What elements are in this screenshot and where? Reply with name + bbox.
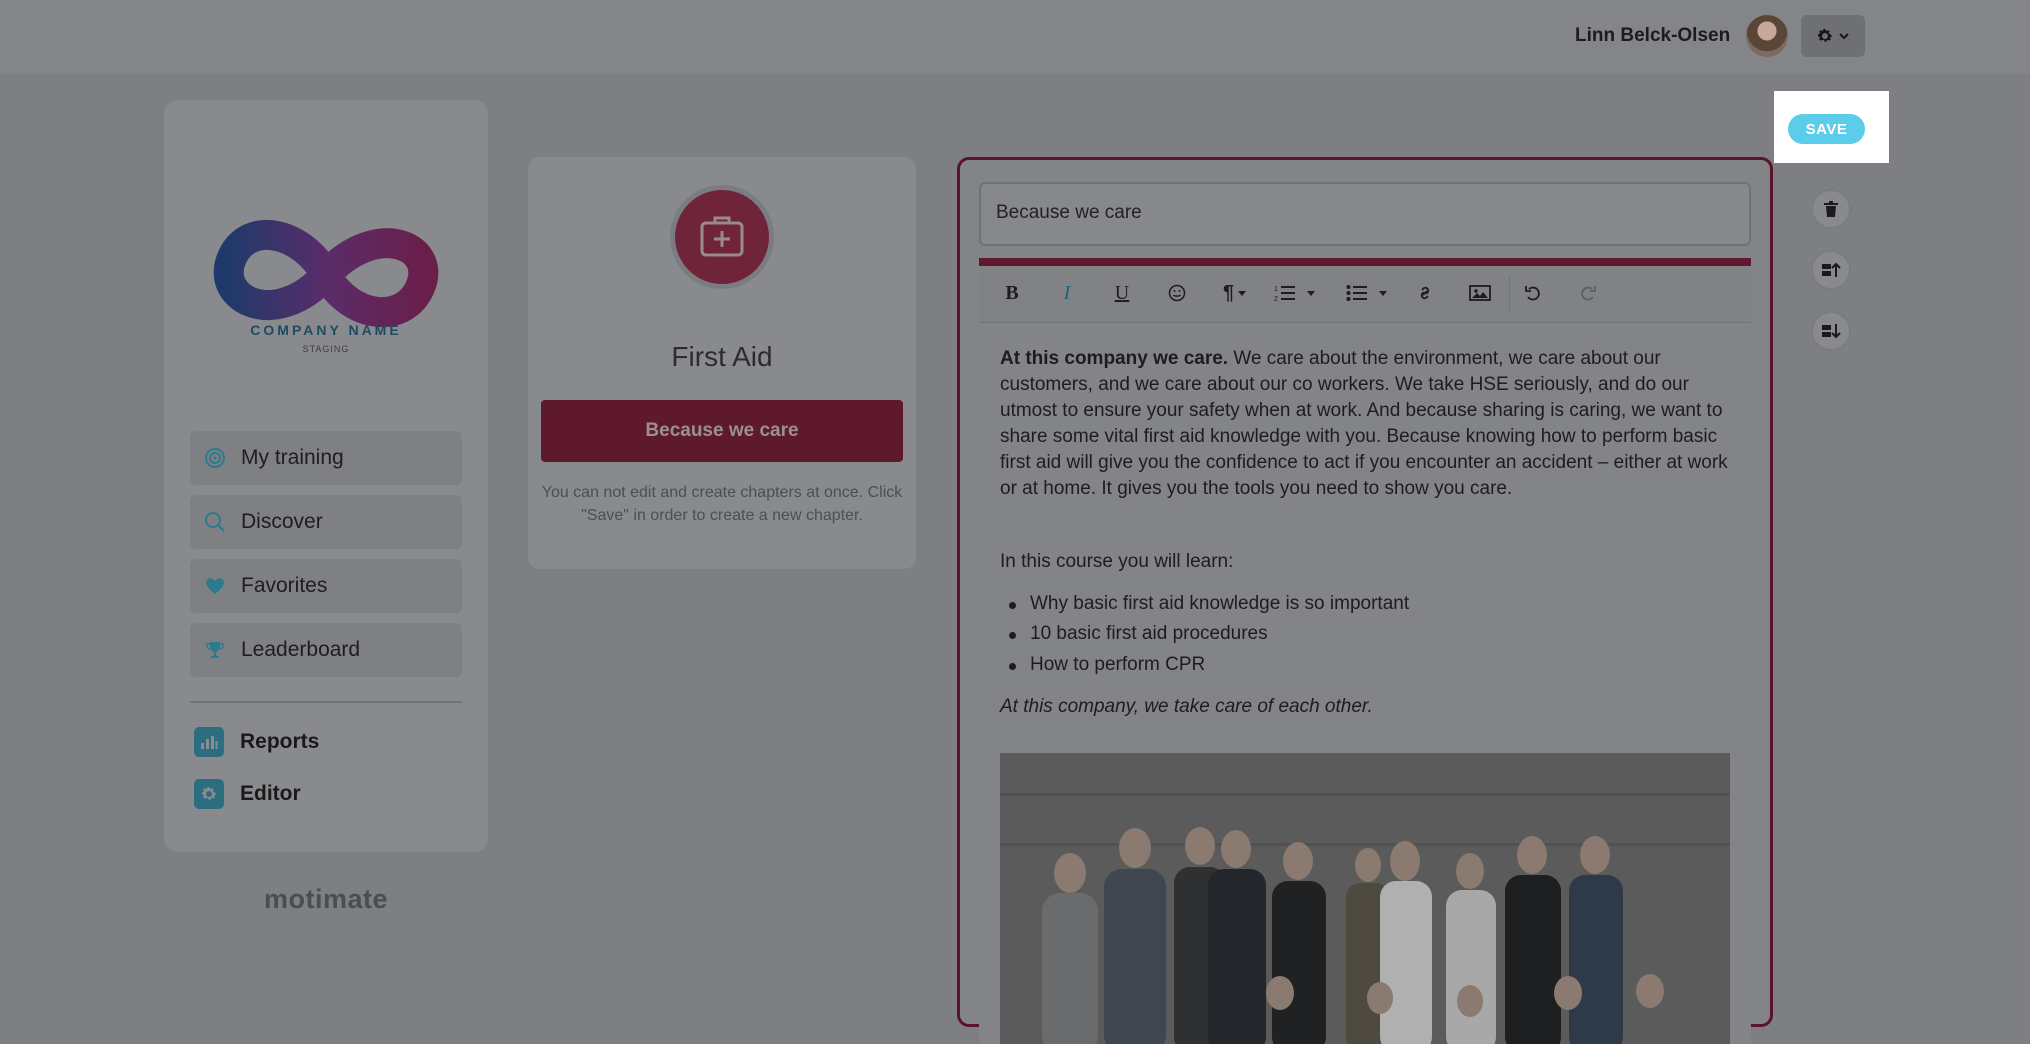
chapter-card: First Aid Because we care You can not ed…	[528, 157, 916, 569]
chapter-button[interactable]: Because we care	[541, 400, 903, 462]
gear-icon	[194, 779, 224, 809]
caret-down-icon	[1238, 291, 1247, 296]
nav-label: Discover	[241, 510, 323, 533]
intro-text: We care about the environment, we care a…	[1000, 348, 1728, 499]
nav-editor[interactable]: Editor	[194, 778, 301, 810]
image-icon	[1469, 285, 1491, 301]
chapter-note: You can not edit and create chapters at …	[541, 484, 903, 524]
image-button[interactable]	[1467, 280, 1493, 306]
link-button[interactable]	[1412, 280, 1438, 306]
move-chapter-down-button[interactable]	[1811, 311, 1851, 351]
italic-button[interactable]: I	[1054, 280, 1080, 306]
sidebar-divider	[190, 701, 462, 703]
company-logo	[213, 220, 439, 328]
caret-down-icon	[1379, 291, 1387, 296]
list-item: Why basic first aid knowledge is so impo…	[1008, 593, 1410, 614]
nav-label: Leaderboard	[241, 638, 361, 661]
first-aid-icon	[670, 185, 774, 289]
chevron-down-icon	[1839, 33, 1849, 40]
underline-button[interactable]: U	[1109, 280, 1135, 306]
nav-label: Favorites	[241, 574, 328, 597]
nav-label: Editor	[240, 782, 301, 805]
company-name: COMPANY NAME	[250, 322, 402, 338]
rich-text-content[interactable]: At this company we care. We care about t…	[979, 324, 1751, 1044]
trophy-icon	[204, 639, 226, 661]
intro-paragraph: At this company we care. We care about t…	[1000, 346, 1736, 502]
move-up-icon	[1822, 262, 1841, 277]
redo-button[interactable]	[1575, 280, 1601, 306]
closing-paragraph: At this company, we take care of each ot…	[1000, 696, 1373, 717]
bold-button[interactable]: B	[999, 280, 1025, 306]
search-icon	[204, 511, 226, 533]
sidebar: COMPANY NAME STAGING My training Discove…	[164, 100, 488, 852]
nav-leaderboard[interactable]: Leaderboard	[190, 623, 462, 677]
nav-my-training[interactable]: My training	[190, 431, 462, 485]
redo-icon	[1581, 286, 1596, 301]
save-button[interactable]: SAVE	[1788, 114, 1865, 144]
emoji-button[interactable]	[1164, 280, 1190, 306]
bar-chart-icon	[194, 727, 224, 757]
svg-text:1: 1	[1274, 286, 1278, 293]
team-photo[interactable]	[1000, 753, 1730, 1044]
nav-label: My training	[241, 446, 344, 469]
avatar[interactable]	[1746, 15, 1788, 57]
chapter-title-input[interactable]: Because we care	[979, 182, 1751, 246]
brand-footer: motimate	[263, 884, 389, 914]
link-icon	[1420, 286, 1430, 300]
toolbar-separator	[1509, 276, 1510, 312]
course-title: First Aid	[671, 341, 773, 372]
move-chapter-up-button[interactable]	[1811, 250, 1851, 290]
unordered-list-dropdown[interactable]	[1340, 280, 1394, 306]
chapter-editor: Because we care B I U ¶ 12 At this compa…	[957, 157, 1773, 1044]
heart-icon	[204, 575, 226, 597]
bullet-list-icon	[1346, 285, 1367, 301]
learn-heading: In this course you will learn:	[1000, 551, 1234, 572]
save-highlight: SAVE	[1774, 91, 1889, 163]
ordered-list-dropdown[interactable]: 12	[1268, 280, 1322, 306]
paragraph-icon: ¶	[1222, 281, 1235, 304]
editor-toolbar: B I U ¶ 12	[979, 258, 1751, 323]
paragraph-format-dropdown[interactable]: ¶	[1215, 280, 1255, 306]
undo-icon	[1525, 286, 1540, 301]
caret-down-icon	[1307, 291, 1315, 296]
smiley-icon	[1168, 284, 1186, 302]
move-down-icon	[1822, 324, 1841, 339]
intro-bold-text: At this company we care.	[1000, 348, 1229, 369]
company-environment: STAGING	[302, 344, 350, 354]
nav-reports[interactable]: Reports	[194, 726, 319, 758]
nav-discover[interactable]: Discover	[190, 495, 462, 549]
nav-favorites[interactable]: Favorites	[190, 559, 462, 613]
ordered-list-icon: 12	[1274, 286, 1295, 302]
list-item: 10 basic first aid procedures	[1009, 623, 1268, 644]
list-item: How to perform CPR	[1008, 654, 1206, 675]
undo-button[interactable]	[1520, 280, 1546, 306]
gear-icon	[1817, 28, 1833, 42]
user-name[interactable]: Linn Belck-Olsen	[1575, 25, 1730, 47]
trash-icon	[1824, 201, 1838, 217]
delete-button[interactable]	[1811, 189, 1851, 229]
svg-text:2: 2	[1274, 296, 1278, 302]
settings-button[interactable]	[1801, 15, 1865, 57]
top-bar: Linn Belck-Olsen	[0, 0, 2030, 74]
target-icon	[204, 447, 226, 469]
nav-label: Reports	[240, 730, 320, 753]
